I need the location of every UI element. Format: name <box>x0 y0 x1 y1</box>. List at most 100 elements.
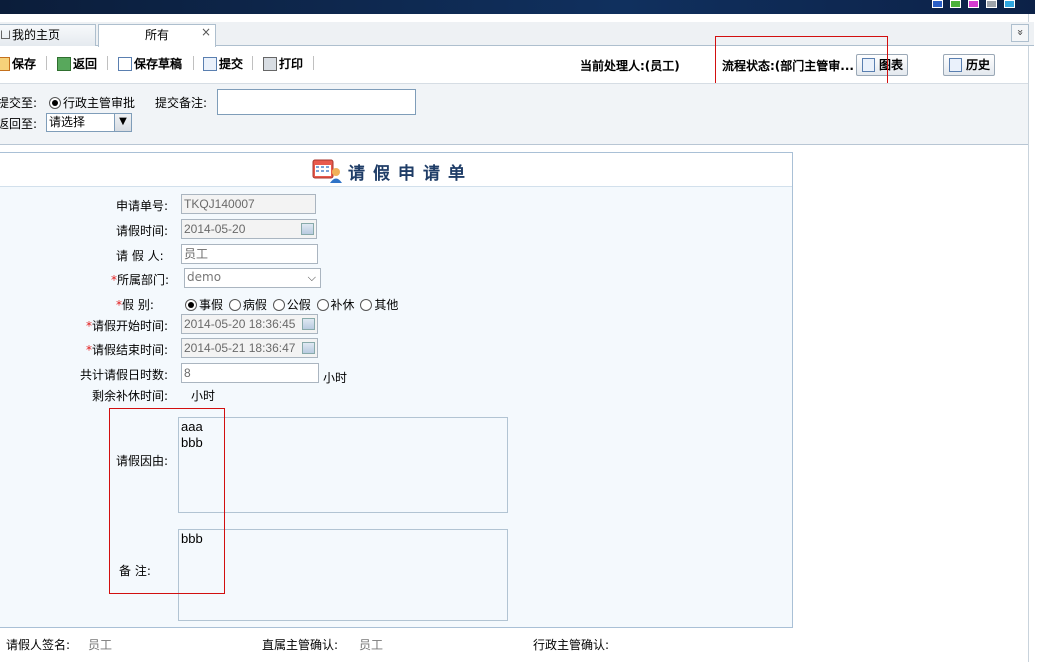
right-scroll-strip[interactable] <box>1028 14 1050 662</box>
remark-textarea[interactable]: bbb <box>178 529 508 621</box>
applicant-label: 请 假 人: <box>116 249 164 263</box>
back-icon <box>57 57 71 71</box>
print-button[interactable]: 打印 <box>263 55 303 73</box>
chevron-down-icon: ⌵ <box>307 271 316 284</box>
leave-type-option[interactable]: 病假 <box>228 298 267 312</box>
return-to-label: 返回至: <box>0 117 38 131</box>
calendar-icon[interactable] <box>301 223 314 235</box>
radio-selected[interactable] <box>185 299 197 311</box>
start-label: *请假开始时间: <box>86 317 168 334</box>
history-label: 历史 <box>966 58 991 72</box>
theme-blue-swatch[interactable] <box>932 0 943 8</box>
tab-home[interactable]: 我的主页 <box>0 24 96 46</box>
remark-value: bbb <box>181 531 203 546</box>
department-value: demo <box>187 270 222 284</box>
save-draft-button[interactable]: 保存草稿 <box>118 55 182 73</box>
toolbar-divider <box>107 56 108 70</box>
print-label: 打印 <box>279 57 304 71</box>
department-select[interactable]: demo ⌵ <box>184 268 321 288</box>
total-hours-label: 共计请假日时数: <box>80 368 169 382</box>
theme-gray-swatch[interactable] <box>986 0 997 8</box>
start-field[interactable]: 2014-05-20 18:36:45 <box>181 314 318 334</box>
radio-unselected[interactable] <box>228 299 241 311</box>
document-icon <box>118 57 132 71</box>
save-label: 保存 <box>12 57 37 71</box>
close-tab-icon[interactable]: × <box>201 22 211 42</box>
toolbar-divider <box>313 56 314 70</box>
return-to-value: 请选择 <box>49 115 86 129</box>
total-hours-field[interactable]: 8 <box>181 363 319 383</box>
submit-icon <box>203 57 217 71</box>
leave-type-option[interactable]: 公假 <box>272 298 311 312</box>
leave-type-option[interactable]: 补休 <box>316 298 355 312</box>
current-handler: 当前处理人:(员工) <box>580 59 680 73</box>
start-label-text: 请假开始时间: <box>92 319 169 333</box>
leave-type-option-label: 事假 <box>199 298 224 312</box>
save-icon <box>0 57 10 71</box>
leave-time-value: 2014-05-20 <box>184 222 246 236</box>
leave-time-label: 请假时间: <box>116 224 169 238</box>
reason-line: bbb <box>181 435 203 450</box>
toolbar-divider <box>252 56 253 70</box>
submit-button[interactable]: 提交 <box>203 55 243 73</box>
return-to-select[interactable]: 请选择 ▼ <box>46 113 132 132</box>
toolbar-divider <box>46 56 47 70</box>
save-button[interactable]: 保存 <box>0 55 36 73</box>
admin-confirm-label: 行政主管确认: <box>533 638 610 652</box>
end-value: 2014-05-21 18:36:47 <box>184 341 296 355</box>
supervisor-confirm-label: 直属主管确认: <box>262 638 339 652</box>
leave-type-option-label: 其他 <box>374 298 399 312</box>
radio-unselected[interactable] <box>360 299 373 311</box>
form-title: 请假申请单 <box>348 164 473 184</box>
radio-selected[interactable] <box>49 97 61 109</box>
history-button[interactable]: 历史 <box>943 54 995 76</box>
hours-unit: 小时 <box>323 371 348 385</box>
leave-time-field[interactable]: 2014-05-20 <box>181 219 317 239</box>
back-button[interactable]: 返回 <box>57 55 97 73</box>
calendar-icon[interactable] <box>302 318 315 330</box>
collapse-glyph: » <box>1013 29 1027 36</box>
submit-label: 提交 <box>219 57 244 71</box>
calendar-user-icon <box>312 159 342 183</box>
end-label: *请假结束时间: <box>86 341 168 358</box>
submit-note-label: 提交备注: <box>155 96 208 110</box>
top-banner <box>0 0 1035 14</box>
end-field[interactable]: 2014-05-21 18:36:47 <box>181 338 318 358</box>
tab-all-label: 所有 <box>144 28 169 42</box>
department-label: *所属部门: <box>111 271 169 288</box>
chevron-down-icon[interactable]: » <box>1011 24 1029 42</box>
printer-icon <box>263 57 277 71</box>
leave-type-option[interactable]: 事假 <box>185 298 223 312</box>
chevron-down-icon: ▼ <box>114 114 131 131</box>
submit-to-label: 提交至: <box>0 96 38 110</box>
calendar-icon[interactable] <box>302 342 315 354</box>
highlight-box-status <box>715 36 888 90</box>
leave-type-option-label: 公假 <box>286 298 311 312</box>
theme-green-swatch[interactable] <box>950 0 961 8</box>
leave-type-option[interactable]: 其他 <box>360 298 398 312</box>
submit-to-option[interactable]: 行政主管审批 <box>49 94 135 111</box>
leave-type-group: 事假 病假 公假 补休 其他 <box>185 296 398 313</box>
radio-unselected[interactable] <box>316 299 329 311</box>
theme-pink-swatch[interactable] <box>968 0 979 8</box>
request-no-label: 申请单号: <box>116 199 169 213</box>
leave-type-option-label: 病假 <box>242 298 267 312</box>
form-header: 请假申请单 <box>0 153 792 187</box>
applicant-signature-label: 请假人签名: <box>6 638 71 652</box>
save-draft-label: 保存草稿 <box>134 57 183 71</box>
reason-textarea[interactable]: aaa bbb <box>178 417 508 513</box>
applicant-field[interactable]: 员工 <box>181 244 318 264</box>
department-label-text: 所属部门: <box>117 273 170 287</box>
action-panel: 提交至: 行政主管审批 提交备注: 返回至: 请选择 ▼ <box>0 83 1028 145</box>
tab-all[interactable]: 所有 × <box>98 24 216 47</box>
request-no-field: TKQJ140007 <box>181 194 316 214</box>
theme-cyan-swatch[interactable] <box>1004 0 1015 8</box>
back-label: 返回 <box>73 57 98 71</box>
submit-note-input[interactable] <box>217 89 416 115</box>
end-label-text: 请假结束时间: <box>92 343 169 357</box>
leave-type-label-text: 假 别: <box>122 298 154 312</box>
remaining-value: 小时 <box>191 389 216 403</box>
radio-unselected[interactable] <box>272 299 285 311</box>
applicant-signature-value: 员工 <box>88 638 113 652</box>
supervisor-confirm-value: 员工 <box>359 638 384 652</box>
